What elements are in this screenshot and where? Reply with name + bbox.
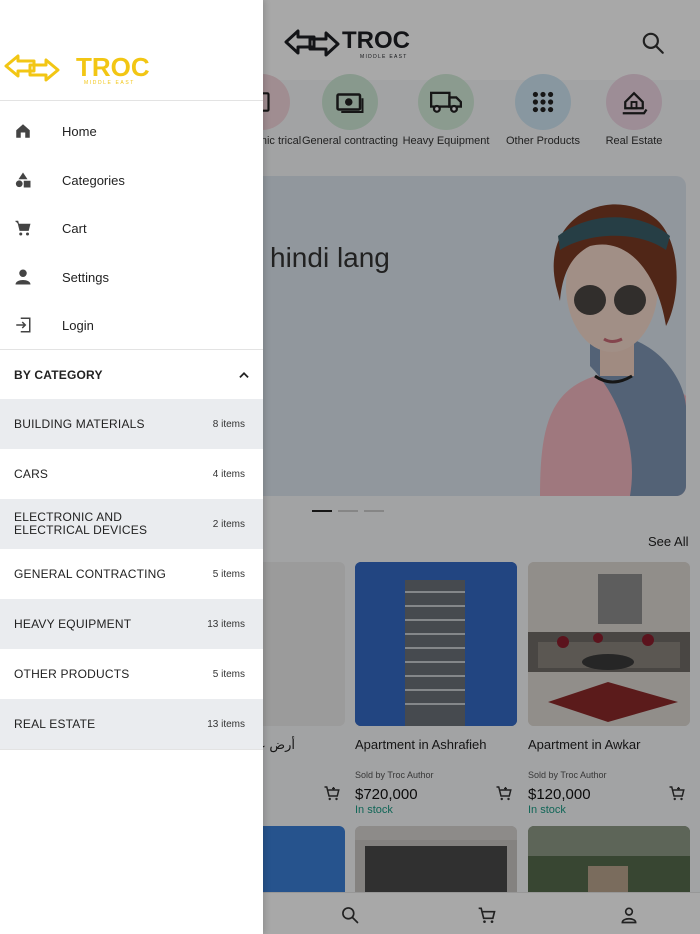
drawer-item-label: Settings <box>62 269 109 285</box>
category-name: ELECTRONIC AND ELECTRICAL DEVICES <box>14 510 148 537</box>
shapes-icon <box>15 172 31 188</box>
category-name: BUILDING MATERIALS <box>14 416 145 431</box>
drawer-item-settings[interactable]: Settings <box>0 253 263 301</box>
navigation-drawer: TROC MIDDLE EAST Home Categories Cart Se… <box>0 0 263 934</box>
category-name: REAL ESTATE <box>14 716 96 731</box>
category-count: 5 items <box>212 568 245 580</box>
category-name: CARS <box>14 466 49 481</box>
logo-wordmark: TROC <box>76 52 150 82</box>
category-name: GENERAL CONTRACTING <box>14 566 167 581</box>
category-count: 4 items <box>212 468 245 480</box>
category-item-real-estate[interactable]: REAL ESTATE 13 items <box>0 699 263 749</box>
category-item-cars[interactable]: CARS 4 items <box>0 449 263 499</box>
divider <box>0 349 263 350</box>
drawer-item-label: Home <box>62 123 97 139</box>
category-count: 8 items <box>212 418 245 430</box>
category-count: 13 items <box>207 718 245 730</box>
category-count: 2 items <box>212 518 245 530</box>
chevron-up-icon[interactable] <box>237 368 251 382</box>
drawer-item-cart[interactable]: Cart <box>0 204 263 252</box>
category-item-building-materials[interactable]: BUILDING MATERIALS 8 items <box>0 399 263 449</box>
by-category-title: BY CATEGORY <box>14 368 103 382</box>
category-count: 5 items <box>212 668 245 680</box>
category-item-heavy-equipment[interactable]: HEAVY EQUIPMENT 13 items <box>0 599 263 649</box>
drawer-item-label: Cart <box>62 220 87 236</box>
category-count: 13 items <box>207 618 245 630</box>
drawer-item-categories[interactable]: Categories <box>0 156 263 204</box>
drawer-item-label: Categories <box>62 172 125 188</box>
drawer-item-home[interactable]: Home <box>0 107 263 155</box>
by-category-header[interactable]: BY CATEGORY <box>0 351 263 399</box>
category-item-other-products[interactable]: OTHER PRODUCTS 5 items <box>0 649 263 699</box>
cart-icon <box>15 220 31 236</box>
drawer-item-login[interactable]: Login <box>0 301 263 349</box>
category-item-electronic[interactable]: ELECTRONIC AND ELECTRICAL DEVICES 2 item… <box>0 499 263 549</box>
logo-tagline: MIDDLE EAST <box>84 80 135 86</box>
category-name: HEAVY EQUIPMENT <box>14 616 132 631</box>
category-item-general-contracting[interactable]: GENERAL CONTRACTING 5 items <box>0 549 263 599</box>
divider <box>0 749 263 750</box>
drawer-item-label: Login <box>62 317 94 333</box>
person-icon <box>15 269 31 285</box>
troc-logo: TROC MIDDLE EAST <box>4 52 150 86</box>
divider <box>0 100 263 101</box>
category-name: OTHER PRODUCTS <box>14 666 130 681</box>
login-icon <box>16 317 31 333</box>
home-icon <box>16 124 30 138</box>
